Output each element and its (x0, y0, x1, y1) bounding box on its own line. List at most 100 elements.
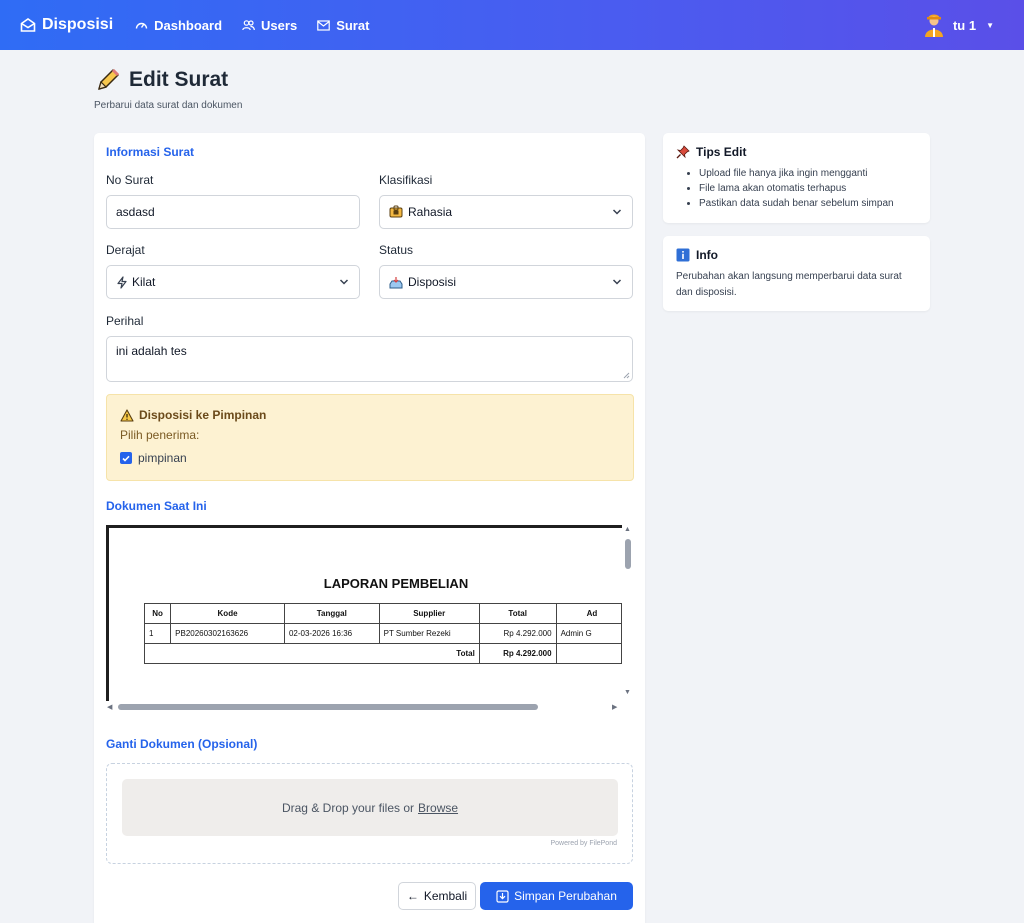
section-informasi-surat: Informasi Surat (106, 145, 195, 159)
list-item: Upload file hanya jika ingin mengganti (699, 166, 894, 181)
chevron-down-icon (339, 279, 349, 285)
document-page: LAPORAN PEMBELIAN No Kode Tanggal Suppli… (106, 525, 623, 701)
tips-list: Upload file hanya jika ingin mengganti F… (699, 166, 894, 211)
table-cell: PT Sumber Rezeki (378, 623, 480, 644)
brand-link[interactable]: Disposisi (20, 16, 113, 34)
info-card: Info Perubahan akan langsung memperbarui… (663, 236, 930, 311)
derajat-label: Derajat (106, 243, 145, 257)
powered-by-filepond[interactable]: Powered by FilePond (550, 840, 617, 847)
perihal-label: Perihal (106, 314, 144, 328)
vertical-scrollbar[interactable]: ▲ ▼ (622, 525, 633, 701)
table-cell: 02-03-2026 16:36 (283, 623, 380, 644)
list-item: File lama akan otomatis terhapus (699, 181, 894, 196)
derajat-value: Kilat (132, 275, 156, 289)
total-value: Rp 4.292.000 (478, 643, 557, 664)
gauge-icon (135, 22, 148, 29)
user-menu[interactable]: tu 1 ▼ (923, 13, 994, 37)
tips-card: Tips Edit Upload file hanya jika ingin m… (663, 133, 930, 223)
disposisi-alert: Disposisi ke Pimpinan Pilih penerima: pi… (106, 394, 634, 481)
file-drop-area[interactable]: Drag & Drop your files or Browse (122, 779, 618, 836)
nav-users[interactable]: Users (242, 18, 297, 33)
disposisi-subtitle: Pilih penerima: (120, 428, 200, 442)
table-cell: Admin G (555, 623, 623, 644)
column-header: Kode (170, 603, 285, 624)
check-icon (122, 455, 130, 462)
table-total-row: Total Rp 4.292.000 (144, 643, 623, 664)
lightning-icon (117, 275, 127, 289)
column-header: Tanggal (283, 603, 380, 624)
info-title: Info (676, 248, 718, 262)
disposisi-title-text: Disposisi ke Pimpinan (139, 408, 267, 422)
scroll-right-icon[interactable]: ▶ (612, 703, 617, 711)
page-title: Edit Surat (95, 67, 228, 93)
no-surat-input[interactable]: asdasd (106, 195, 360, 229)
no-surat-label: No Surat (106, 173, 154, 187)
save-button[interactable]: Simpan Perubahan (480, 882, 633, 910)
perihal-value: ini adalah tes (116, 344, 187, 358)
horizontal-scroll-thumb[interactable] (118, 704, 538, 710)
recipient-checkbox[interactable] (120, 452, 132, 464)
scroll-left-icon[interactable]: ◀ (107, 703, 112, 711)
back-button[interactable]: ← Kembali (398, 882, 476, 910)
nav-dashboard[interactable]: Dashboard (135, 18, 222, 33)
inbox-tray-icon (389, 276, 403, 288)
table-row: 1 PB20260302163626 02-03-2026 16:36 PT S… (143, 623, 623, 644)
list-item: Pastikan data sudah benar sebelum simpan (699, 196, 894, 211)
tips-title-text: Tips Edit (696, 145, 747, 159)
horizontal-scrollbar[interactable]: ◀ ▶ (106, 701, 622, 713)
klasifikasi-select[interactable]: Rahasia (379, 195, 633, 229)
column-header: Total (478, 603, 557, 624)
no-surat-value: asdasd (116, 205, 155, 219)
column-header: No (143, 603, 172, 624)
disposisi-title: Disposisi ke Pimpinan (120, 408, 266, 422)
section-ganti-dokumen: Ganti Dokumen (Opsional) (106, 737, 258, 751)
drop-text: Drag & Drop your files or (281, 800, 415, 815)
chevron-down-icon (612, 279, 622, 285)
scroll-down-icon[interactable]: ▼ (624, 689, 631, 696)
file-drop-zone[interactable]: Drag & Drop your files or Browse Powered… (106, 763, 633, 864)
info-icon (676, 248, 690, 262)
status-value: Disposisi (408, 275, 457, 289)
klasifikasi-value: Rahasia (408, 205, 453, 219)
brand-label: Disposisi (42, 16, 114, 33)
pencil-icon (98, 68, 120, 90)
scroll-up-icon[interactable]: ▲ (624, 526, 631, 533)
derajat-select[interactable]: Kilat (106, 265, 360, 299)
nav-users-label: Users (261, 17, 298, 33)
nav-surat[interactable]: Surat (317, 18, 369, 33)
table-cell (555, 643, 623, 664)
arrow-left-icon: ← (406, 889, 419, 903)
table-cell: Rp 4.292.000 (478, 623, 557, 644)
nav-dashboard-label: Dashboard (154, 17, 223, 33)
browse-link[interactable]: Browse (418, 801, 458, 815)
resize-grip-icon[interactable] (623, 372, 630, 379)
save-icon (496, 889, 509, 903)
pushpin-icon (676, 145, 690, 159)
table-cell: 1 (143, 623, 172, 644)
page-subtitle: Perbarui data surat dan dokumen (94, 100, 243, 111)
back-button-label: Kembali (423, 889, 468, 903)
status-select[interactable]: Disposisi (379, 265, 633, 299)
document-viewer[interactable]: LAPORAN PEMBELIAN No Kode Tanggal Suppli… (106, 525, 633, 713)
navbar: Disposisi Dashboard Users Surat tu 1 ▼ (0, 0, 1024, 50)
envelope-open-icon (20, 18, 36, 32)
section-dokumen-saat-ini: Dokumen Saat Ini (106, 499, 207, 513)
page-title-text: Edit Surat (129, 68, 229, 91)
column-header: Supplier (378, 603, 480, 624)
envelope-icon (317, 19, 330, 31)
total-label: Total (144, 643, 480, 664)
column-header: Ad (555, 603, 623, 624)
status-label: Status (379, 243, 414, 257)
vertical-scroll-thumb[interactable] (625, 539, 631, 569)
user-avatar-icon (924, 14, 943, 37)
recipient-pimpinan[interactable]: pimpinan (120, 451, 187, 465)
chevron-down-icon (612, 209, 622, 215)
nav-surat-label: Surat (336, 17, 370, 33)
klasifikasi-label: Klasifikasi (379, 173, 433, 187)
info-title-text: Info (696, 248, 718, 262)
document-heading: LAPORAN PEMBELIAN (323, 576, 469, 591)
user-name: tu 1 (952, 17, 977, 33)
perihal-textarea[interactable]: ini adalah tes (106, 336, 633, 382)
recipient-label: pimpinan (138, 451, 187, 465)
table-header-row: No Kode Tanggal Supplier Total Ad (143, 603, 623, 624)
